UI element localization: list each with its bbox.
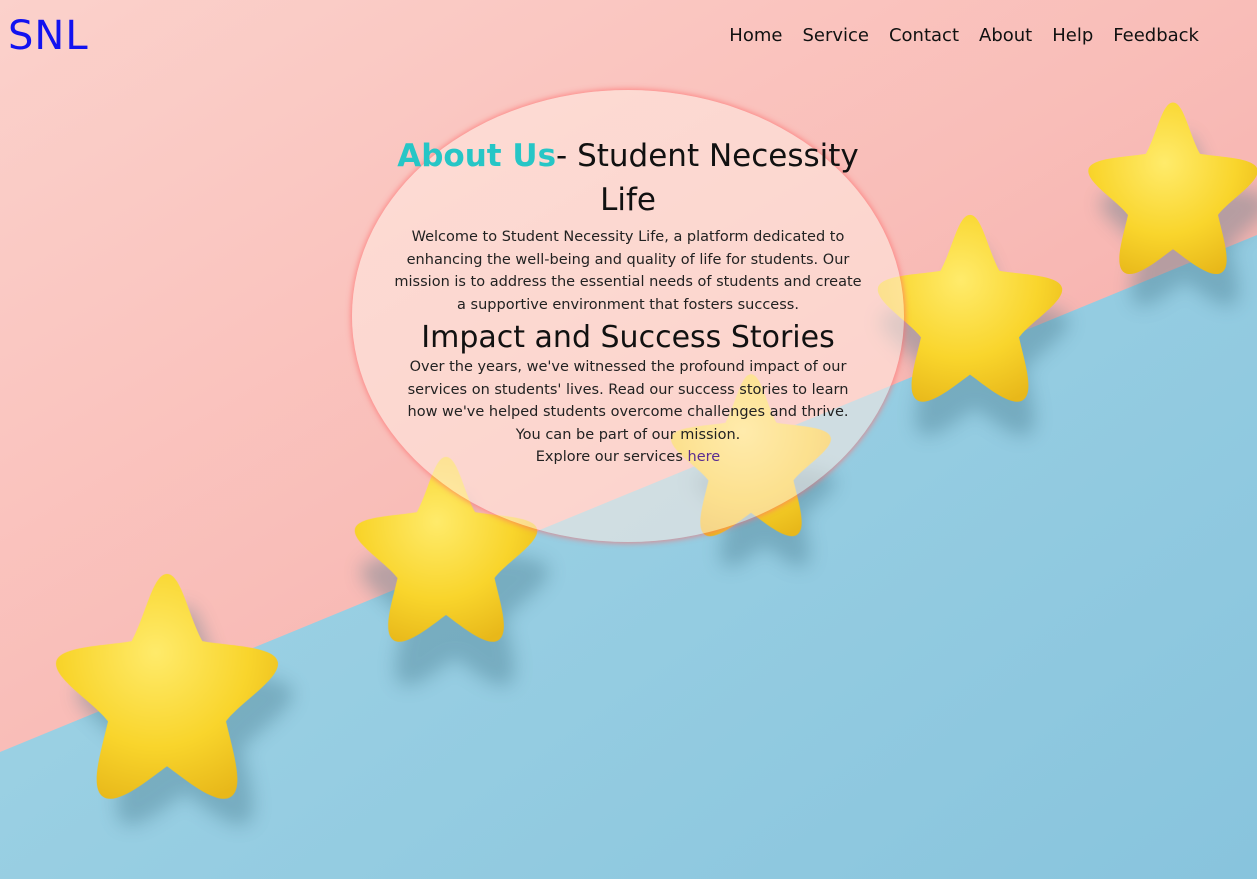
nav-home-link[interactable]: Home [729, 24, 782, 48]
nav-help-link[interactable]: Help [1052, 24, 1093, 48]
explore-prefix: Explore our services [535, 449, 688, 465]
nav-about-link[interactable]: About [979, 24, 1032, 48]
about-title-accent: About Us [397, 138, 557, 174]
impact-text: Over the years, we've witnessed the prof… [407, 359, 849, 420]
mission-text: You can be part of our mission. [515, 426, 741, 443]
site-logo[interactable]: SNL [8, 12, 89, 60]
nav-contact-link[interactable]: Contact [889, 24, 959, 48]
nav-service-link[interactable]: Service [802, 24, 869, 48]
main-nav: Home Service Contact About Help Feedback [729, 24, 1199, 48]
about-title: About Us- Student Necessity Life [392, 134, 864, 222]
about-panel: About Us- Student Necessity Life Welcome… [352, 90, 904, 542]
explore-text: Explore our services here [392, 446, 864, 469]
about-intro-text: Welcome to Student Necessity Life, a pla… [394, 229, 862, 313]
explore-services-link[interactable]: here [688, 449, 721, 465]
impact-heading: Impact and Success Stories [421, 320, 835, 355]
about-title-rest: - Student Necessity Life [556, 138, 859, 218]
nav-feedback-link[interactable]: Feedback [1113, 24, 1199, 48]
